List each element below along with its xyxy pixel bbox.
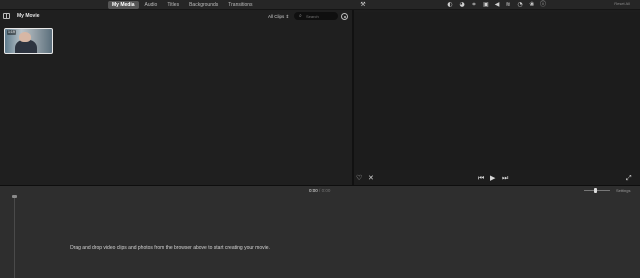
total-time: 0:00 [321,188,331,193]
reset-all-button[interactable]: Reset All [614,1,630,7]
reject-icon[interactable]: ✕ [368,174,374,182]
favorite-icon[interactable]: ♡ [356,174,362,182]
chevron-updown-icon: ⇕ [285,14,290,19]
current-time: 0:00 [309,188,318,193]
clip-person-body [15,40,37,53]
playhead-handle[interactable] [12,195,17,198]
skip-forward-icon[interactable]: ⏭ [502,174,508,182]
viewer: ♡ ✕ ⏮ ▶ ⏭ ⤢ [354,10,640,185]
timeline-settings-button[interactable]: Settings [616,188,630,193]
clip-filter-select[interactable]: All Clips ⇕ [268,13,289,20]
info-icon[interactable]: ⓘ [540,2,546,8]
color-balance-icon[interactable]: ◐ [447,2,453,8]
color-correction-icon[interactable]: ◕ [459,2,465,8]
volume-icon[interactable]: ◀ [494,2,500,8]
browser-tabs: My Media Audio Titles Backgrounds Transi… [108,1,257,9]
empty-timeline-hint: Drag and drop video clips and photos fro… [70,245,270,251]
tab-audio[interactable]: Audio [141,1,162,9]
clip-filter-label: All Clips [268,14,285,19]
search-field[interactable]: ⌕ [294,12,338,20]
clip-duration: 1:19 [7,30,16,35]
play-icon[interactable]: ▶ [490,174,495,182]
tab-backgrounds[interactable]: Backgrounds [185,1,222,9]
adjustment-toolbar: ⚒ ◐ ◕ ⌗ ▣ ◀ ≋ ◔ ❀ ⓘ [358,1,640,9]
sidebar-toggle-icon[interactable] [3,13,10,19]
crop-icon[interactable]: ⌗ [471,2,477,8]
zoom-slider-track[interactable] [584,190,610,191]
tab-transitions[interactable]: Transitions [224,1,256,9]
tab-titles[interactable]: Titles [163,1,183,9]
clip-filter-icon[interactable]: ❀ [529,2,535,8]
media-browser: My Movie All Clips ⇕ ⌕ 1:19 [0,10,352,185]
browser-header: My Movie All Clips ⇕ ⌕ [0,10,352,23]
viewer-controls: ♡ ✕ ⏮ ▶ ⏭ ⤢ [354,171,640,185]
playhead-line [14,196,15,278]
fullscreen-icon[interactable]: ⤢ [626,174,632,182]
search-input[interactable] [306,12,336,20]
viewer-screen [354,12,640,170]
tab-my-media[interactable]: My Media [108,1,139,9]
noise-reduction-icon[interactable]: ≋ [505,2,511,8]
magic-wand-icon[interactable]: ⚒ [360,2,366,8]
search-icon: ⌕ [299,13,302,19]
top-bar: My Media Audio Titles Backgrounds Transi… [0,0,640,10]
clip-person-head [19,32,31,42]
browser-settings-gear-icon[interactable] [341,13,348,20]
timecode: 0:00 / 0:00 [309,188,330,194]
project-title: My Movie [17,13,40,19]
timeline[interactable]: 0:00 / 0:00 Settings Drag and drop video… [0,186,640,278]
speed-icon[interactable]: ◔ [517,2,523,8]
skip-back-icon[interactable]: ⏮ [478,174,484,182]
timecode-separator: / [319,188,321,193]
stabilization-icon[interactable]: ▣ [483,2,489,8]
media-clip-thumbnail[interactable]: 1:19 [4,28,53,54]
zoom-slider-thumb[interactable] [594,188,597,193]
